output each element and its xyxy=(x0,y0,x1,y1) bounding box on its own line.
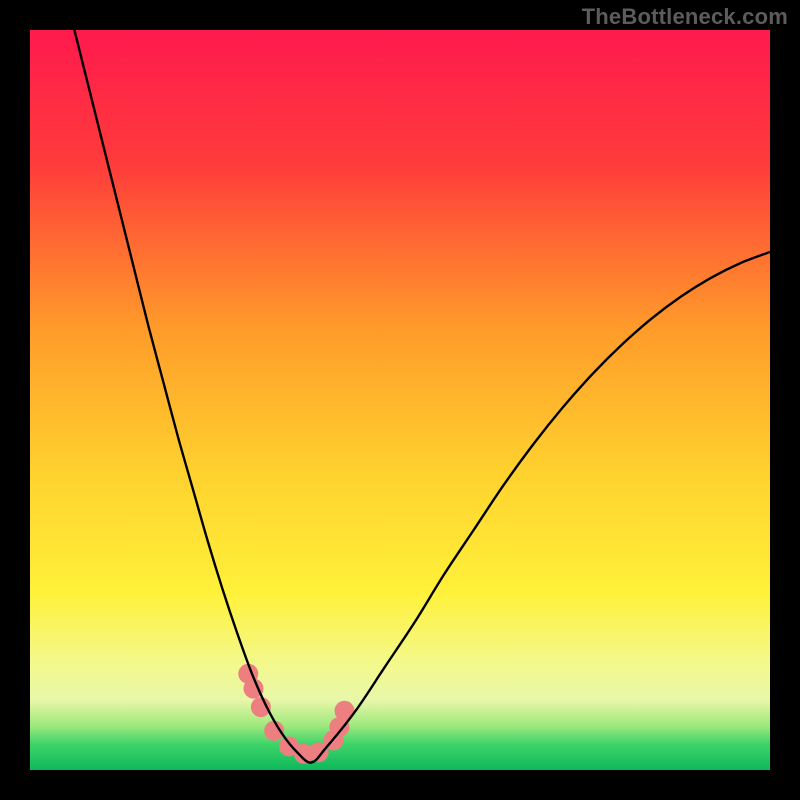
chart-frame: TheBottleneck.com xyxy=(0,0,800,800)
watermark-text: TheBottleneck.com xyxy=(582,4,788,30)
chart-plot-area xyxy=(30,30,770,770)
chart-background-gradient xyxy=(30,30,770,770)
chart-svg xyxy=(30,30,770,770)
